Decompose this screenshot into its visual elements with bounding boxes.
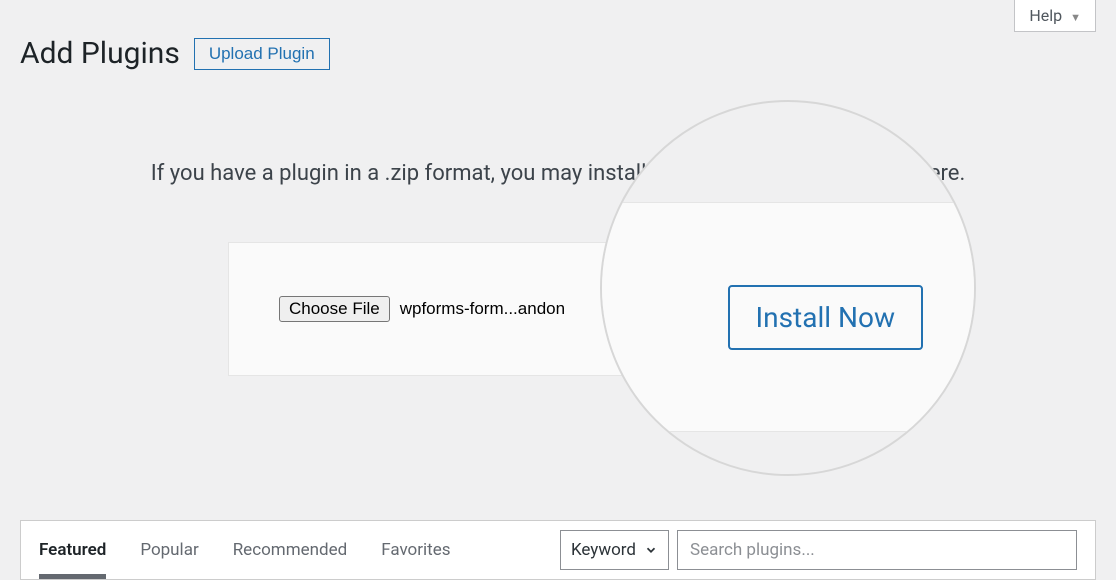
search-group: Keyword — [560, 530, 1077, 570]
help-label: Help — [1029, 6, 1062, 25]
search-filter-select[interactable]: Keyword — [560, 530, 669, 570]
chevron-down-icon: ▼ — [1070, 11, 1081, 24]
filter-bar: Featured Popular Recommended Favorites K… — [20, 520, 1096, 580]
file-input-group: Choose File wpforms-form...andon — [279, 296, 565, 322]
chevron-down-icon — [644, 543, 658, 557]
tab-recommended[interactable]: Recommended — [233, 522, 348, 578]
tab-favorites[interactable]: Favorites — [381, 522, 450, 578]
search-filter-label: Keyword — [571, 540, 636, 560]
page-header: Add Plugins Upload Plugin — [20, 20, 1096, 71]
tab-featured[interactable]: Featured — [39, 522, 106, 578]
upload-plugin-button[interactable]: Upload Plugin — [194, 38, 330, 70]
install-now-button-magnified[interactable]: Install Now — [728, 285, 923, 350]
help-tab[interactable]: Help ▼ — [1014, 0, 1096, 32]
page-title: Add Plugins — [20, 36, 180, 71]
plugin-tabs: Featured Popular Recommended Favorites — [39, 522, 451, 578]
magnify-panel: andon Install Now — [600, 202, 976, 432]
choose-file-button[interactable]: Choose File — [279, 296, 390, 322]
search-input[interactable] — [677, 530, 1077, 570]
tab-popular[interactable]: Popular — [140, 522, 198, 578]
selected-file-name: wpforms-form...andon — [400, 299, 565, 319]
magnify-highlight: andon Install Now — [600, 100, 976, 476]
